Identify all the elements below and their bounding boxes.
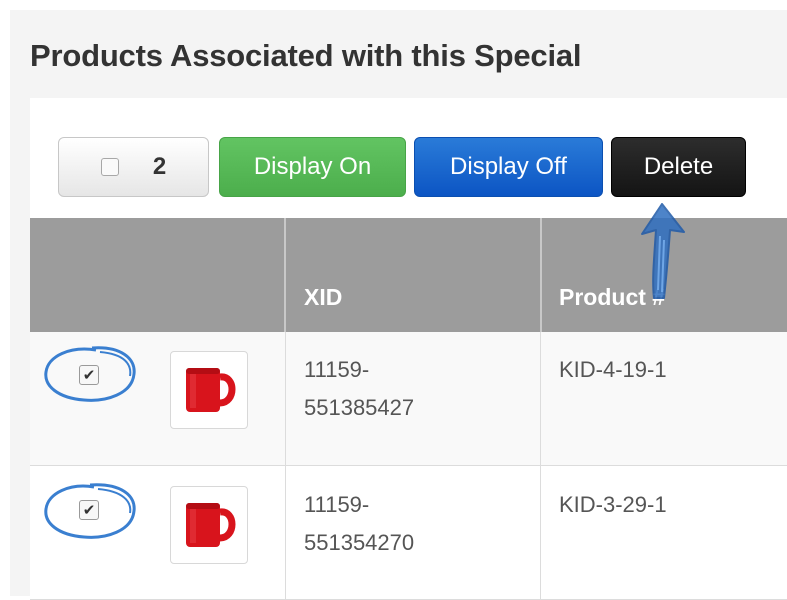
delete-button[interactable]: Delete xyxy=(611,137,746,197)
display-on-button[interactable]: Display On xyxy=(219,137,406,197)
xid-cell: 11159- xyxy=(304,357,370,382)
column-divider xyxy=(540,466,541,599)
annotation-arrow-icon xyxy=(641,203,685,299)
column-divider xyxy=(285,466,286,599)
xid-cell: 11159- xyxy=(304,492,370,517)
select-all-checkbox-icon[interactable] xyxy=(100,158,119,176)
mug-icon xyxy=(186,503,236,547)
mug-icon xyxy=(186,368,236,412)
page-title: Products Associated with this Special xyxy=(30,38,582,73)
select-all-button[interactable]: 2 xyxy=(58,137,209,197)
header-divider xyxy=(540,218,542,332)
row-checkbox[interactable]: ✔ xyxy=(79,365,99,385)
column-header-xid[interactable]: XID xyxy=(304,284,342,311)
xid-cell: 551385427 xyxy=(304,395,415,420)
column-divider xyxy=(285,332,286,465)
xid-cell: 551354270 xyxy=(304,530,415,555)
product-thumbnail[interactable] xyxy=(170,351,248,429)
column-divider xyxy=(540,332,541,465)
display-off-button[interactable]: Display Off xyxy=(414,137,603,197)
product-number-cell: KID-4-19-1 xyxy=(559,357,667,382)
header-divider xyxy=(284,218,286,332)
product-number-cell: KID-3-29-1 xyxy=(559,492,667,517)
row-checkbox[interactable]: ✔ xyxy=(79,500,99,520)
product-thumbnail[interactable] xyxy=(170,486,248,564)
selected-count: 2 xyxy=(152,153,167,180)
